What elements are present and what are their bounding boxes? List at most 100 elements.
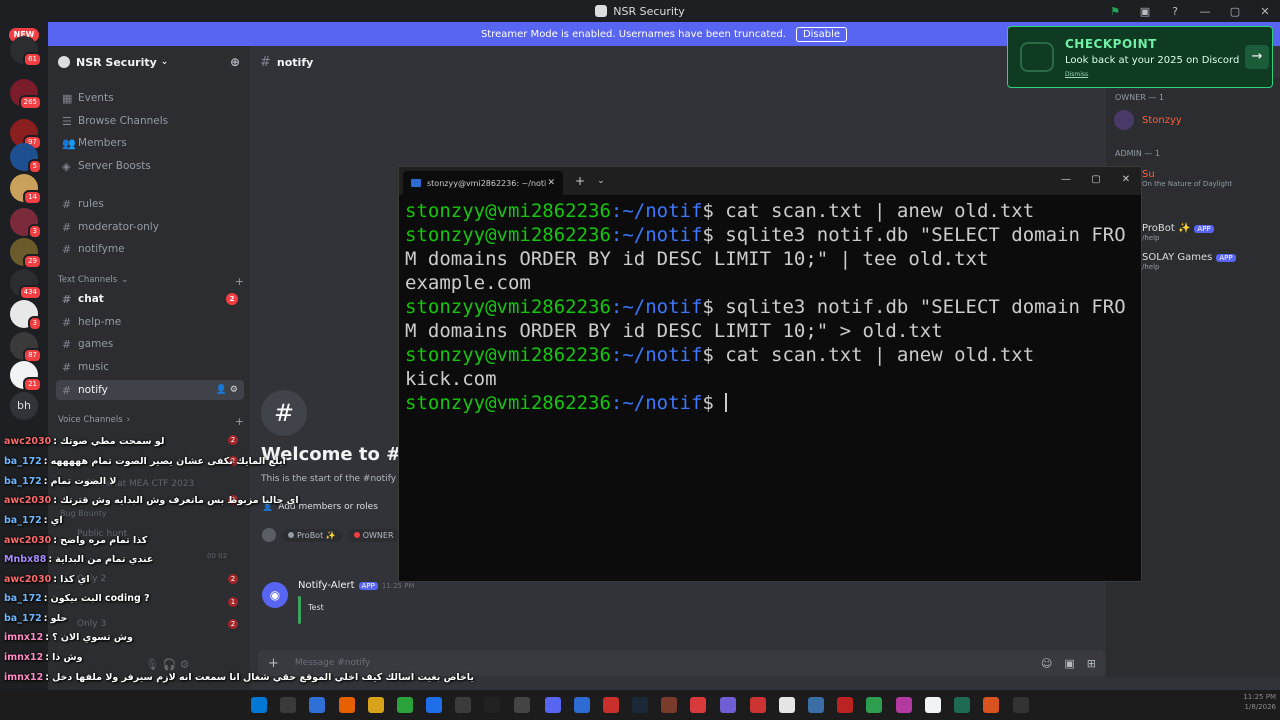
terminal-output[interactable]: stonzyy@vmi2862236:~/notif$ cat scan.txt… <box>399 195 1137 415</box>
stream-chat-message: imnx12: وش ذا <box>4 648 83 666</box>
taskbar-app-icon[interactable] <box>720 697 736 713</box>
taskbar-app-icon[interactable] <box>808 697 824 713</box>
arrow-right-icon[interactable]: → <box>1245 45 1269 69</box>
server-icon[interactable]: 14 <box>10 174 42 205</box>
sidebar-item-events[interactable]: ▦ Events <box>56 88 244 108</box>
taskbar-app-icon[interactable] <box>866 697 882 713</box>
server-icon-bh[interactable]: bh <box>10 392 38 420</box>
taskbar-app-icon[interactable] <box>1013 697 1029 713</box>
channel-notify[interactable]: # notify 👤 ⚙ <box>56 380 244 400</box>
terminal-minimize-button[interactable]: — <box>1051 174 1081 185</box>
channel-notifyme[interactable]: # notifyme <box>56 239 244 259</box>
member-name: Su <box>1142 168 1155 180</box>
channel-moderator-only[interactable]: # moderator-only <box>56 217 244 237</box>
channel-chat[interactable]: # chat 2 <box>56 289 244 309</box>
sidebar-item-members[interactable]: 👥 Members <box>56 133 244 153</box>
taskbar-app-icon[interactable] <box>484 697 500 713</box>
server-icon[interactable]: 434 <box>10 269 42 300</box>
server-icon[interactable]: 61 <box>10 36 42 67</box>
taskbar-app-icon[interactable] <box>954 697 970 713</box>
gift-icon[interactable]: ⊞ <box>1087 657 1096 670</box>
chat-username: ba_172 <box>4 514 42 526</box>
taskbar-app-icon[interactable] <box>455 697 471 713</box>
taskbar-app-icon[interactable] <box>779 697 795 713</box>
server-icon[interactable]: 29 <box>10 238 42 269</box>
app-tag: APP <box>1194 224 1214 233</box>
taskbar-app-icon[interactable] <box>574 697 590 713</box>
inbox-icon[interactable]: ▣ <box>1130 5 1160 18</box>
mention-badge: 2 <box>226 293 238 305</box>
help-icon[interactable]: ? <box>1160 5 1190 18</box>
taskbar-app-icon[interactable] <box>545 697 561 713</box>
taskbar-app-icon[interactable] <box>690 697 706 713</box>
terminal-text: $ cat scan.txt | anew old.txt <box>702 200 1035 222</box>
taskbar-app-icon[interactable] <box>397 697 413 713</box>
category-text-channels[interactable]: Text Channels ⌄ + <box>58 275 244 288</box>
channel-rules[interactable]: # rules <box>56 194 244 214</box>
terminal-text: $ cat scan.txt | anew old.txt <box>702 344 1035 366</box>
terminal-window-controls: — ▢ ✕ <box>1051 167 1141 191</box>
window-title: NSR Security <box>613 4 685 18</box>
taskbar-app-icon[interactable] <box>251 697 267 713</box>
hash-icon: # <box>62 197 72 211</box>
chat-separator: : <box>53 573 58 585</box>
checkpoint-toast[interactable]: CHECKPOINT Look back at your 2025 on Dis… <box>1007 26 1273 88</box>
taskbar-clock[interactable]: 11:25 PM 1/8/2026 <box>1206 692 1276 712</box>
sidebar-item-browse-channels[interactable]: ☰ Browse Channels <box>56 111 244 131</box>
server-icon[interactable]: 87 <box>10 332 42 363</box>
chat-text: البث بيكون coding ? <box>50 592 150 604</box>
create-voice-channel-icon[interactable]: + <box>235 415 244 428</box>
taskbar-app-icon[interactable] <box>661 697 677 713</box>
taskbar-app-icon[interactable] <box>339 697 355 713</box>
terminal-maximize-button[interactable]: ▢ <box>1081 174 1111 185</box>
chat-separator: : <box>43 592 48 604</box>
download-flag-icon[interactable]: ⚑ <box>1100 5 1130 18</box>
taskbar-app-icon[interactable] <box>368 697 384 713</box>
taskbar-app-icon[interactable] <box>925 697 941 713</box>
guild-header[interactable]: NSR Security ⌄ ⊕ <box>48 46 250 78</box>
stream-chat-message: ba_172: لا الصوت تمام <box>4 472 116 490</box>
minimize-button[interactable]: — <box>1190 5 1220 18</box>
chevron-down-icon[interactable]: ⌄ <box>597 176 605 186</box>
browse-icon: ☰ <box>62 114 72 128</box>
sticker-icon[interactable]: ▣ <box>1064 657 1074 670</box>
channel-help-me[interactable]: # help-me <box>56 312 244 332</box>
invite-people-icon[interactable]: ⊕ <box>230 55 240 69</box>
disable-streamer-mode-button[interactable]: Disable <box>795 26 848 42</box>
taskbar-app-icon[interactable] <box>514 697 530 713</box>
terminal-tab[interactable]: stonzyy@vmi2862236: ~/noti ✕ <box>403 171 563 195</box>
taskbar-app-icon[interactable] <box>426 697 442 713</box>
channel-music[interactable]: # music <box>56 357 244 377</box>
close-icon[interactable]: ✕ <box>547 178 555 188</box>
new-tab-button[interactable]: + <box>575 174 585 188</box>
close-button[interactable]: ✕ <box>1250 5 1280 18</box>
taskbar-app-icon[interactable] <box>983 697 999 713</box>
create-channel-icon[interactable]: + <box>235 275 244 288</box>
server-icon[interactable]: 21 <box>10 361 42 392</box>
taskbar-app-icon[interactable] <box>837 697 853 713</box>
member-category-owner: OWNER — 1 <box>1115 93 1164 102</box>
terminal-window[interactable]: stonzyy@vmi2862236: ~/noti ✕ + ⌄ — ▢ ✕ s… <box>398 166 1142 582</box>
server-icon[interactable]: 3 <box>10 300 42 331</box>
channel-games[interactable]: # games <box>56 334 244 354</box>
taskbar-app-icon[interactable] <box>309 697 325 713</box>
maximize-button[interactable]: ▢ <box>1220 5 1250 18</box>
taskbar-app-icon[interactable] <box>896 697 912 713</box>
member-status: On the Nature of Daylight <box>1142 179 1233 188</box>
taskbar-app-icon[interactable] <box>280 697 296 713</box>
server-icon[interactable]: 3 <box>10 208 42 239</box>
checkpoint-dismiss-link[interactable]: Dismiss <box>1065 71 1088 78</box>
taskbar-app-icon[interactable] <box>750 697 766 713</box>
taskbar-app-icon[interactable] <box>603 697 619 713</box>
gif-icon[interactable]: ☺ <box>1041 657 1052 670</box>
member-owner[interactable]: Stonzyy <box>1114 108 1182 132</box>
server-icon[interactable]: 5 <box>10 143 42 174</box>
member-name: Stonzyy <box>1142 114 1182 126</box>
sidebar-item-server-boosts[interactable]: ◈ Server Boosts <box>56 156 244 176</box>
terminal-close-button[interactable]: ✕ <box>1111 174 1141 185</box>
taskbar-app-icon[interactable] <box>632 697 648 713</box>
chat-username: ba_172 <box>4 475 42 487</box>
channel-settings-icons[interactable]: 👤 ⚙ <box>216 385 238 395</box>
category-voice-channels[interactable]: Voice Channels › + <box>58 415 244 428</box>
server-icon[interactable]: 265 <box>10 79 42 110</box>
